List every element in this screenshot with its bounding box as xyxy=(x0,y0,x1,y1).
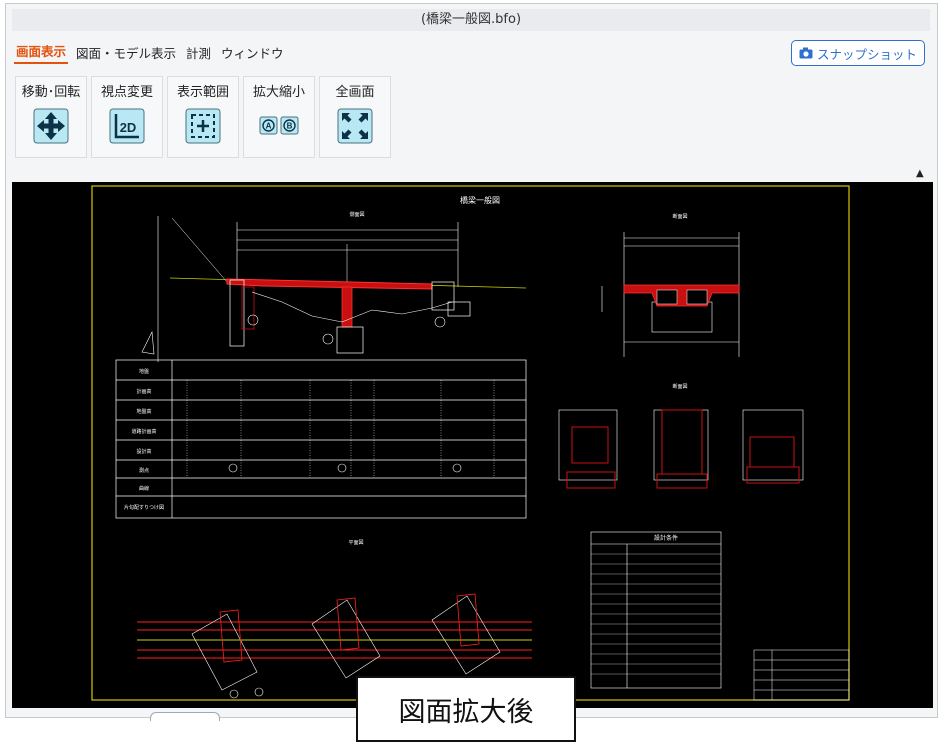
tool-label: 移動･回転 xyxy=(21,85,81,100)
row-label-0: 地盤 xyxy=(139,368,149,375)
bottom-tab-handle[interactable] xyxy=(150,712,220,721)
tool-label: 拡大縮小 xyxy=(252,85,305,100)
menu-window[interactable]: ウィンドウ xyxy=(219,43,286,64)
longitudinal-table xyxy=(115,359,527,519)
tool-label: 視点変更 xyxy=(100,85,153,100)
fit-range-icon xyxy=(185,108,221,144)
tool-move-rotate[interactable]: 移動･回転 xyxy=(15,76,87,158)
zoom-in-letter: A xyxy=(266,122,272,131)
pier-section-label: 断面図 xyxy=(672,383,687,390)
collapse-toolbar-icon[interactable]: ▲ xyxy=(916,168,924,179)
zoom-icon: A B xyxy=(259,116,299,135)
view-2d-icon: 2D xyxy=(109,108,145,144)
side-view-label: 側面図 xyxy=(349,211,364,218)
tool-zoom[interactable]: 拡大縮小 A B xyxy=(243,76,315,158)
zoom-out-letter: B xyxy=(287,122,293,131)
row-label-7: 片勾配すりつけ図 xyxy=(124,504,164,511)
row-label-5: 測点 xyxy=(139,467,149,474)
row-label-4: 設計高 xyxy=(136,448,151,455)
camera-icon xyxy=(799,47,813,59)
row-label-3: 道路計画高 xyxy=(131,428,156,435)
design-table-label: 設計条件 xyxy=(654,534,678,542)
cad-drawing: 橋梁一般図 側面図 地盤 計画高 地盤高 道路計画高 設計高 測点 曲線 片勾配… xyxy=(91,185,850,701)
caption-box: 図面拡大後 xyxy=(356,676,576,742)
tool-view-change[interactable]: 視点変更 2D xyxy=(91,76,163,158)
drawing-canvas[interactable]: 橋梁一般図 側面図 地盤 計画高 地盤高 道路計画高 設計高 測点 曲線 片勾配… xyxy=(12,182,933,708)
menu-measure[interactable]: 計測 xyxy=(184,43,213,64)
snapshot-label: スナップショット xyxy=(816,46,917,62)
row-label-6: 曲線 xyxy=(139,485,149,492)
view-2d-icon-text: 2D xyxy=(120,120,137,135)
tool-display-range[interactable]: 表示範囲 xyxy=(167,76,239,158)
drawing-title: 橋梁一般図 xyxy=(460,195,500,205)
menu-bar: 画面表示 図面・モデル表示 計測 ウィンドウ xyxy=(14,42,286,64)
menu-drawing-model[interactable]: 図面・モデル表示 xyxy=(74,43,178,64)
snapshot-button[interactable]: スナップショット xyxy=(791,40,925,66)
plan-view-label: 平面図 xyxy=(348,540,363,546)
row-label-1: 計画高 xyxy=(136,388,151,395)
move-rotate-icon xyxy=(33,108,69,144)
window-title: (橋梁一般図.bfo) xyxy=(12,9,930,31)
tool-label: 全画面 xyxy=(335,85,375,100)
tool-panel: 移動･回転 視点変更 2D 表示範囲 拡大縮小 A B 全画面 xyxy=(15,76,391,158)
row-label-2: 地盤高 xyxy=(136,408,151,415)
tool-label: 表示範囲 xyxy=(176,85,229,100)
menu-display[interactable]: 画面表示 xyxy=(14,41,69,64)
fullscreen-icon xyxy=(337,108,373,144)
cross-section-label: 断面図 xyxy=(672,213,687,220)
tool-fullscreen[interactable]: 全画面 xyxy=(319,76,391,158)
